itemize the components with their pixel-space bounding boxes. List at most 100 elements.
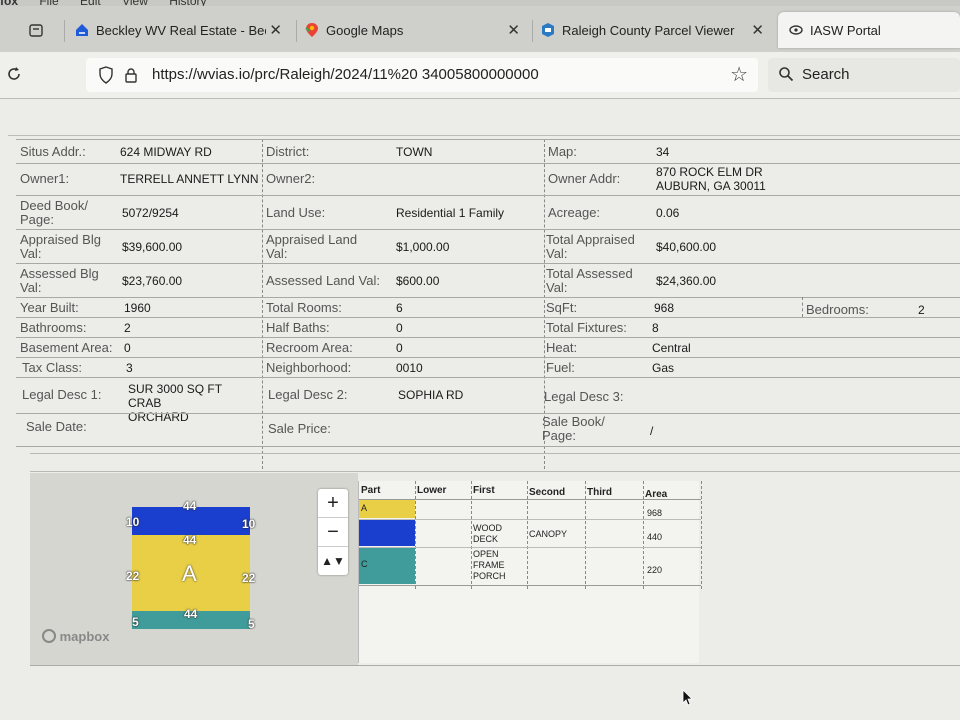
tab-overview-icon bbox=[28, 22, 44, 38]
row-b-second: CANOPY bbox=[529, 529, 568, 539]
neighborhood-label: Neighborhood: bbox=[266, 360, 352, 375]
situs-label: Situs Addr.: bbox=[20, 144, 86, 159]
bookmark-star-icon[interactable]: ☆ bbox=[730, 62, 748, 87]
search-label: Search bbox=[802, 66, 850, 83]
owner1-value: TERRELL ANNETT LYNN bbox=[120, 172, 259, 186]
row-appraised: Appraised Blg Val: $39,600.00 Appraised … bbox=[16, 229, 960, 264]
total-rooms-label: Total Rooms: bbox=[266, 300, 342, 315]
tax-class-label: Tax Class: bbox=[22, 360, 82, 375]
district-label: District: bbox=[266, 144, 310, 159]
assessed-land-value: $600.00 bbox=[396, 274, 440, 288]
tab-label: Beckley WV Real Estate - Beckl bbox=[96, 22, 266, 38]
fuel-label: Fuel: bbox=[546, 360, 575, 375]
parcel-viewer-icon bbox=[540, 22, 556, 38]
bedrooms-label: Bedrooms: bbox=[806, 302, 869, 317]
owner-addr-label: Owner Addr: bbox=[548, 171, 621, 186]
tab-iasw-portal[interactable]: IASW Portal bbox=[778, 12, 960, 48]
close-icon[interactable]: ✕ bbox=[507, 21, 520, 39]
url-text[interactable]: https://wvias.io/prc/Raleigh/2024/11%20 … bbox=[152, 66, 539, 83]
search-icon bbox=[779, 67, 794, 82]
row-year: Year Built: 1960 Total Rooms: 6 SqFt: 96… bbox=[16, 297, 960, 318]
portal-icon bbox=[788, 22, 804, 38]
tab-strip: Beckley WV Real Estate - Beckl ✕ Google … bbox=[0, 6, 960, 52]
tab-label: Raleigh County Parcel Viewer bbox=[562, 22, 735, 38]
appraised-land-label: Appraised Land Val: bbox=[266, 232, 358, 261]
compass-button[interactable]: ▲▼ bbox=[318, 547, 348, 575]
tab-google-maps[interactable]: Google Maps ✕ bbox=[304, 12, 526, 48]
basement-label: Basement Area: bbox=[20, 340, 113, 355]
zillow-house-icon bbox=[74, 22, 90, 38]
district-value: TOWN bbox=[396, 145, 433, 159]
half-baths-label: Half Baths: bbox=[266, 320, 330, 335]
tab-overview-button[interactable] bbox=[28, 12, 56, 48]
land-use-value: Residential 1 Family bbox=[396, 206, 505, 220]
table-row-swatch-b bbox=[359, 520, 415, 546]
appraised-bldg-value: $39,600.00 bbox=[122, 240, 183, 254]
header-second: Second bbox=[529, 487, 566, 498]
half-baths-value: 0 bbox=[396, 321, 403, 335]
fixtures-label: Total Fixtures: bbox=[546, 320, 627, 335]
tax-class-value: 3 bbox=[126, 361, 133, 375]
navigation-bar: https://wvias.io/prc/Raleigh/2024/11%20 … bbox=[0, 52, 960, 99]
sale-book-label: Sale Book/ Page: bbox=[542, 414, 605, 443]
row-deed: Deed Book/ Page: 5072/9254 Land Use: Res… bbox=[16, 195, 960, 230]
assessed-bldg-value: $23,760.00 bbox=[122, 274, 183, 288]
row-c-first: OPEN FRAME PORCH bbox=[473, 549, 506, 581]
deed-label: Deed Book/ Page: bbox=[20, 198, 88, 227]
deed-value[interactable]: 5072/9254 bbox=[122, 206, 179, 220]
recroom-label: Recroom Area: bbox=[266, 340, 353, 355]
sale-book-value[interactable]: / bbox=[650, 424, 653, 438]
row-assessed: Assessed Blg Val: $23,760.00 Assessed La… bbox=[16, 263, 960, 298]
header-third: Third bbox=[587, 487, 612, 498]
row-baths: Bathrooms: 2 Half Baths: 0 Total Fixture… bbox=[16, 317, 960, 338]
situs-value: 624 MIDWAY RD bbox=[120, 145, 212, 159]
row-taxclass: Tax Class: 3 Neighborhood: 0010 Fuel: Ga… bbox=[16, 357, 960, 378]
search-box[interactable]: Search bbox=[768, 58, 960, 92]
zoom-out-button[interactable]: − bbox=[318, 518, 348, 547]
lock-icon[interactable] bbox=[124, 67, 138, 83]
sale-date-label: Sale Date: bbox=[26, 419, 87, 434]
map-zoom-controls: + − ▲▼ bbox=[318, 489, 348, 575]
recroom-value: 0 bbox=[396, 341, 403, 355]
row-c-area: 220 bbox=[647, 565, 663, 575]
zoom-in-button[interactable]: + bbox=[318, 489, 348, 518]
close-icon[interactable]: ✕ bbox=[751, 21, 764, 39]
total-rooms-value: 6 bbox=[396, 301, 403, 315]
appraised-bldg-label: Appraised Blg Val: bbox=[20, 232, 101, 261]
table-row-swatch-a bbox=[359, 500, 415, 518]
building-sketch-map[interactable]: 44 10 10 44 22 22 44 5 5 A + − ▲▼ mapbox bbox=[30, 473, 358, 665]
fixtures-value: 8 bbox=[652, 321, 659, 335]
row-b-area: 440 bbox=[647, 532, 663, 542]
map-value: 34 bbox=[656, 145, 670, 159]
total-assessed-value: $24,360.00 bbox=[656, 274, 717, 288]
basement-value: 0 bbox=[124, 341, 131, 355]
map-label: Map: bbox=[548, 144, 577, 159]
dim-c-left: 5 bbox=[132, 615, 139, 629]
reload-icon[interactable] bbox=[6, 66, 22, 87]
dim-c-right: 5 bbox=[248, 617, 255, 631]
header-part: Part bbox=[361, 485, 381, 496]
mapbox-attribution: mapbox bbox=[59, 629, 110, 644]
legal-desc-2-value: SOPHIA RD bbox=[398, 388, 464, 402]
tab-parcel-viewer[interactable]: Raleigh County Parcel Viewer ✕ bbox=[540, 12, 770, 48]
subarea-table: Part Lower First Second Third Area A 968… bbox=[358, 481, 702, 663]
row-sale: Sale Date: Sale Price: Sale Book/ Page: … bbox=[16, 413, 960, 447]
sqft-label: SqFt: bbox=[546, 300, 578, 315]
dim-a-right: 22 bbox=[242, 571, 256, 585]
row-a-part: A bbox=[361, 503, 368, 513]
owner1-label: Owner1: bbox=[20, 171, 70, 186]
sale-price-label: Sale Price: bbox=[268, 421, 331, 436]
appraised-land-value: $1,000.00 bbox=[396, 240, 450, 254]
address-bar[interactable]: https://wvias.io/prc/Raleigh/2024/11%20 … bbox=[86, 58, 758, 92]
owner-addr-line2: AUBURN, GA 30011 bbox=[656, 179, 766, 193]
close-icon[interactable]: ✕ bbox=[269, 21, 282, 39]
total-appraised-label: Total Appraised Val: bbox=[546, 232, 635, 261]
owner2-label: Owner2: bbox=[266, 171, 316, 186]
legal-desc-2-label: Legal Desc 2: bbox=[268, 387, 348, 402]
dim-b-right: 10 bbox=[242, 517, 256, 531]
maps-pin-icon bbox=[304, 22, 320, 38]
tab-beckley-real-estate[interactable]: Beckley WV Real Estate - Beckl ✕ bbox=[74, 12, 288, 48]
shield-icon[interactable] bbox=[98, 66, 114, 84]
row-b-first: WOOD DECK bbox=[473, 523, 502, 544]
legal-desc-3-label: Legal Desc 3: bbox=[544, 389, 624, 404]
